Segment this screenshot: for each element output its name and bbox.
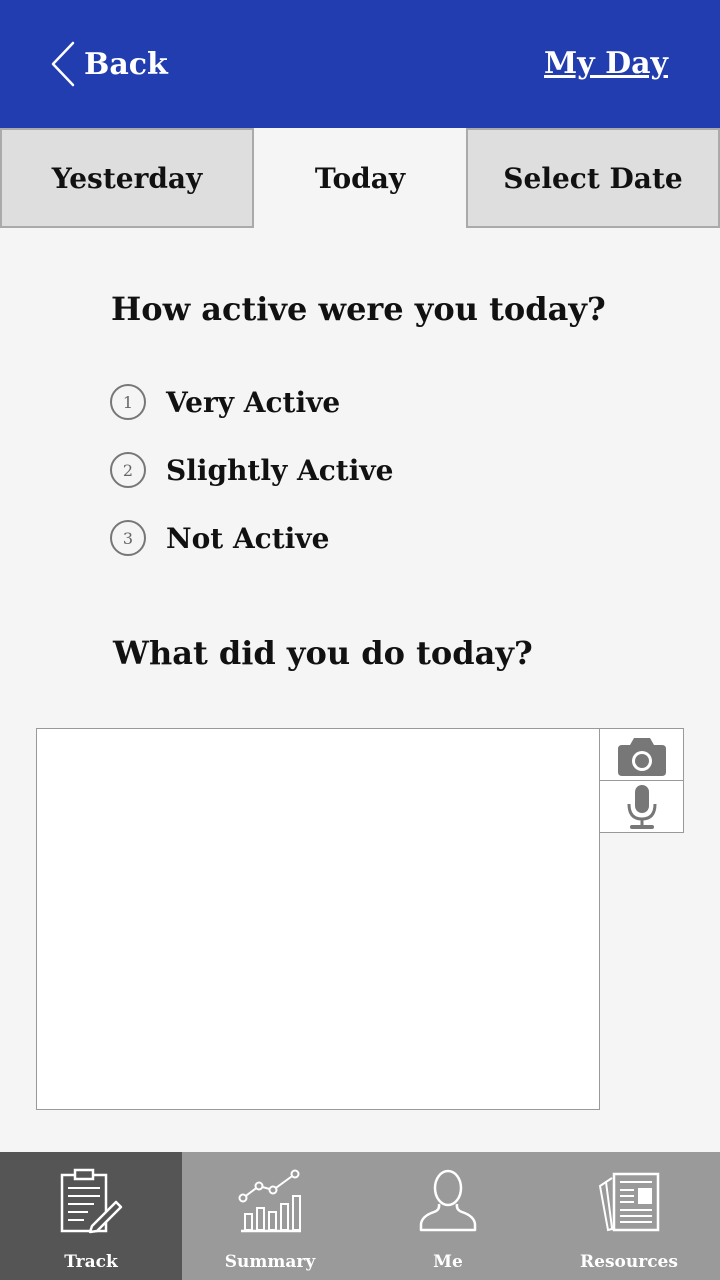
- nav-summary[interactable]: Summary: [182, 1152, 358, 1280]
- journal-question: What did you do today?: [113, 634, 533, 672]
- option-label: Slightly Active: [166, 453, 394, 487]
- nav-me[interactable]: Me: [358, 1152, 538, 1280]
- chevron-left-icon: [51, 41, 75, 87]
- tab-yesterday[interactable]: Yesterday: [0, 128, 254, 228]
- tab-today[interactable]: Today: [254, 128, 466, 228]
- chart-icon: [238, 1169, 301, 1233]
- clipboard-icon: [60, 1168, 123, 1234]
- nav-label: Summary: [224, 1252, 316, 1272]
- date-tabs: Yesterday Today Select Date: [0, 128, 720, 228]
- my-day-link[interactable]: My Day: [544, 40, 668, 88]
- tab-select-date[interactable]: Select Date: [466, 128, 720, 228]
- microphone-icon: [627, 784, 656, 829]
- nav-label: Me: [433, 1252, 463, 1272]
- nav-label: Resources: [580, 1252, 678, 1272]
- back-label: Back: [84, 46, 168, 82]
- camera-button[interactable]: [599, 728, 684, 781]
- option-very-active[interactable]: 1 Very Active: [110, 384, 340, 420]
- option-label: Very Active: [166, 385, 341, 419]
- microphone-button[interactable]: [599, 780, 684, 833]
- back-button[interactable]: Back: [50, 40, 168, 88]
- newspaper-icon: [598, 1172, 660, 1232]
- activity-question: How active were you today?: [111, 290, 606, 328]
- option-slightly-active[interactable]: 2 Slightly Active: [110, 452, 393, 488]
- camera-icon: [617, 737, 666, 776]
- person-icon: [419, 1169, 477, 1232]
- bottom-nav: Track Summary Me Resources: [0, 1152, 720, 1280]
- nav-resources[interactable]: Resources: [538, 1152, 720, 1280]
- option-label: Not Active: [166, 521, 330, 555]
- option-number: 3: [110, 520, 146, 556]
- option-not-active[interactable]: 3 Not Active: [110, 520, 329, 556]
- nav-track[interactable]: Track: [0, 1152, 182, 1280]
- option-number: 1: [110, 384, 146, 420]
- option-number: 2: [110, 452, 146, 488]
- journal-textarea[interactable]: [36, 728, 600, 1110]
- nav-label: Track: [64, 1252, 118, 1272]
- app-header: Back My Day: [0, 0, 720, 128]
